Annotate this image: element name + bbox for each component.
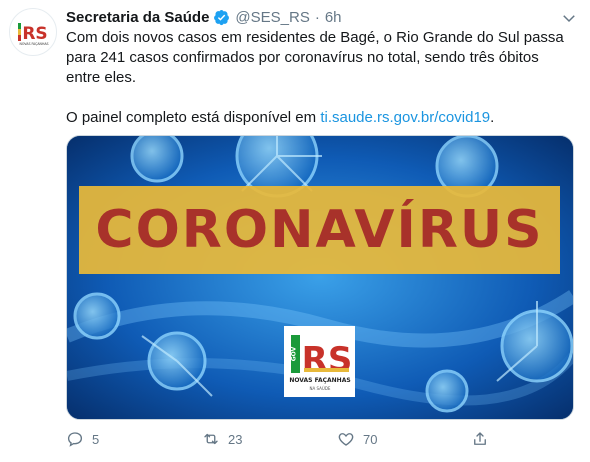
banner-title: CORONAVÍRUS (95, 200, 544, 260)
covid19-link[interactable]: ti.saude.rs.gov.br/covid19 (320, 109, 490, 126)
reply-icon (67, 432, 83, 447)
chevron-down-icon[interactable] (560, 9, 578, 27)
retweet-icon (204, 433, 218, 445)
badge-line2: NA SAÚDE (310, 386, 331, 391)
retweet-button[interactable]: 23 (202, 426, 242, 452)
like-button[interactable]: 70 (337, 426, 377, 452)
svg-text:NOVAS FAÇANHAS: NOVAS FAÇANHAS (19, 42, 48, 46)
text-prefix: O painel completo está disponível em (66, 109, 321, 126)
author-handle[interactable]: @SES_RS (235, 9, 309, 26)
tweet-card[interactable]: RS NOVAS FAÇANHAS Secretaria da Saúde @S… (0, 0, 590, 462)
tweet-actions: 5 23 70 (66, 426, 496, 452)
tweet-text-paragraph-2: O painel completo está disponível em ti.… (66, 108, 566, 128)
author-name[interactable]: Secretaria da Saúde (66, 9, 209, 26)
retweet-count: 23 (228, 431, 243, 447)
like-count: 70 (363, 431, 378, 447)
svg-text:RS: RS (22, 24, 47, 44)
text-suffix: . (490, 109, 495, 126)
badge-rs-text: RS (302, 340, 353, 380)
share-icon (474, 432, 486, 445)
tweet-header: Secretaria da Saúde @SES_RS · 6h (66, 6, 560, 28)
rs-logo-badge: GOV RS NOVAS FAÇANHAS NA SAÚDE (284, 326, 355, 397)
heart-icon (338, 433, 354, 446)
tweet-text-paragraph-1: Com dois novos casos em residentes de Ba… (66, 29, 564, 86)
tweet-text: Com dois novos casos em residentes de Ba… (66, 28, 566, 128)
share-button[interactable] (471, 426, 489, 452)
badge-gov-text: GOV (291, 346, 298, 361)
avatar[interactable]: RS NOVAS FAÇANHAS (9, 8, 57, 56)
tweet-timestamp[interactable]: 6h (325, 9, 342, 26)
media-image[interactable]: CORONAVÍRUS GOV RS NOVAS FAÇANHAS NA SAÚ… (66, 135, 574, 420)
badge-line1: NOVAS FAÇANHAS (289, 377, 350, 384)
reply-button[interactable]: 5 (66, 426, 99, 452)
verified-icon (214, 9, 230, 25)
separator-dot: · (314, 8, 320, 26)
reply-count: 5 (92, 431, 100, 447)
